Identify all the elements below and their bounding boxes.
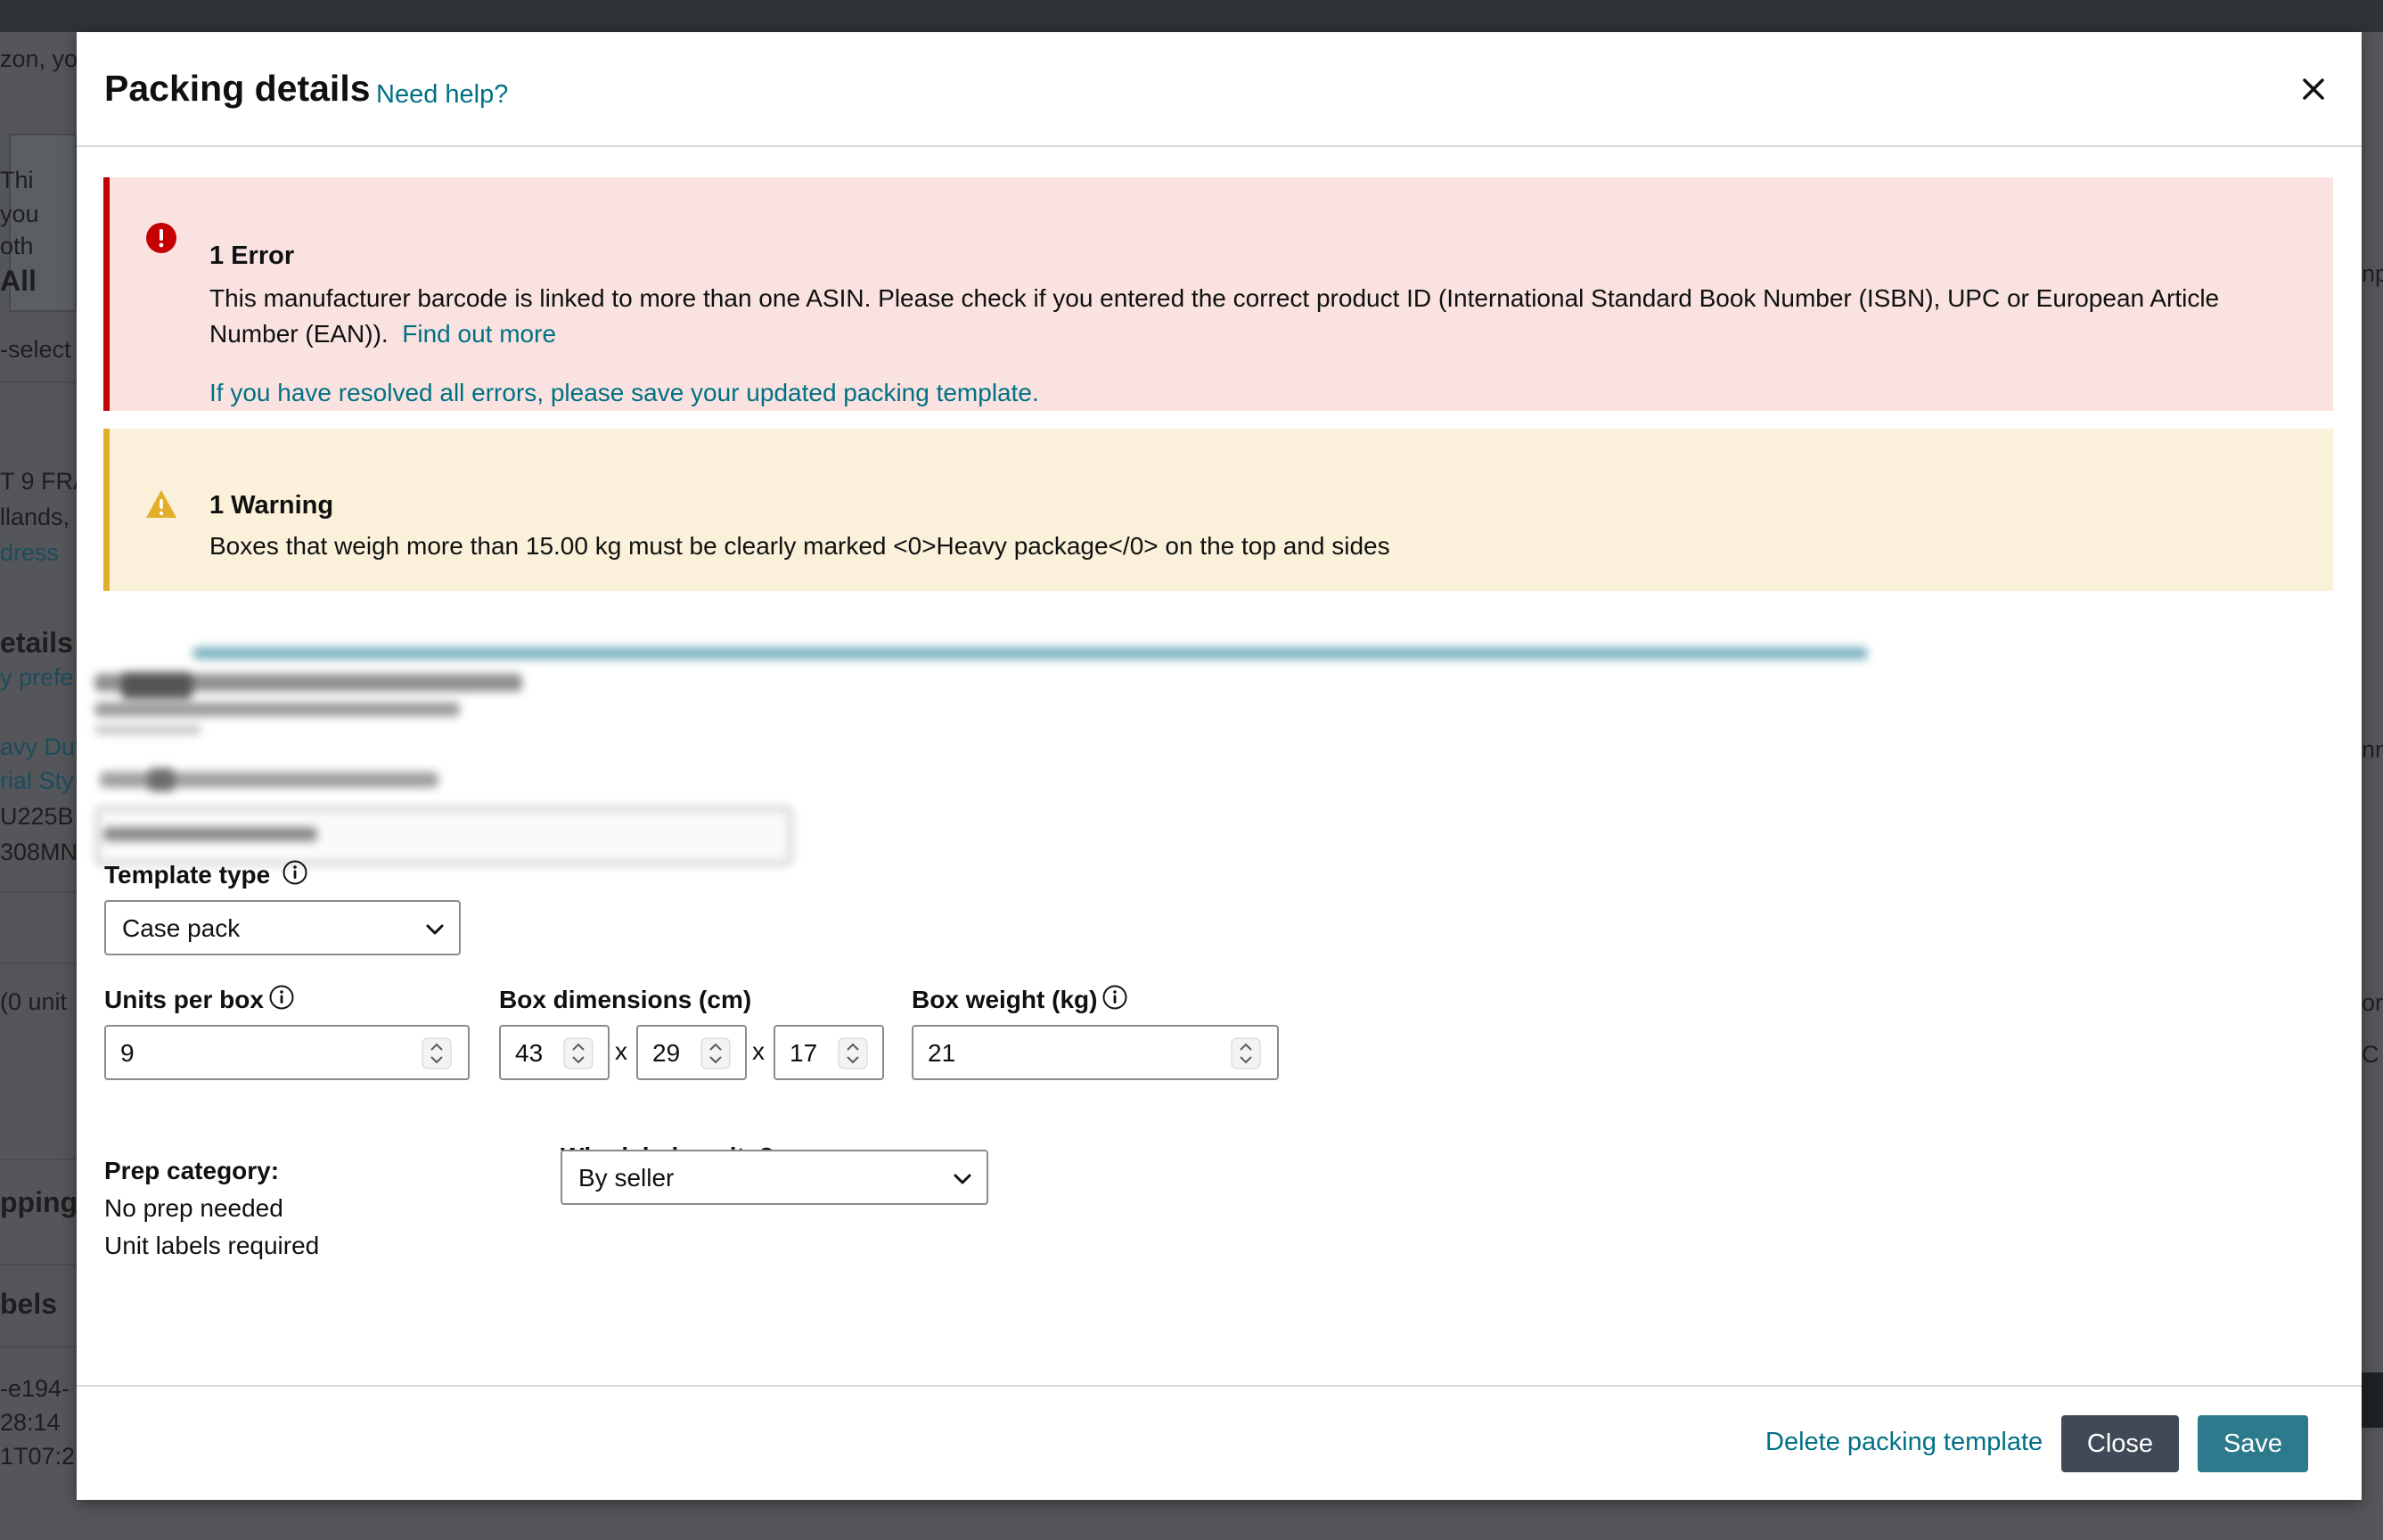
packing-details-modal: Packing details Need help? 1 Error This … — [77, 32, 2362, 1500]
units-per-box-value: 9 — [120, 1039, 135, 1067]
who-labels-value: By seller — [578, 1164, 675, 1192]
redacted-product-info — [94, 602, 1877, 870]
template-type-select[interactable]: Case pack — [104, 900, 461, 955]
box-weight-input[interactable]: 21 — [912, 1025, 1279, 1080]
box-width-value: 29 — [652, 1039, 681, 1067]
background-divider — [0, 1264, 77, 1266]
close-button[interactable]: Close — [2061, 1415, 2179, 1472]
background-right-block — [2362, 1372, 2383, 1428]
background-fragment: rial Sty — [0, 768, 74, 794]
modal-footer: Delete packing template Close Save — [77, 1385, 2362, 1500]
box-dimensions-label: Box dimensions (cm) — [499, 986, 752, 1013]
stepper-icon[interactable] — [838, 1037, 868, 1069]
background-fragment: np — [2362, 260, 2383, 287]
background-fragment: 1T07:2 — [0, 1444, 76, 1470]
error-message: This manufacturer barcode is linked to m… — [209, 281, 2313, 352]
stepper-icon[interactable] — [1231, 1037, 1261, 1069]
units-per-box-label: Units per box — [104, 986, 264, 1013]
background-fragment: (0 unit — [0, 989, 68, 1015]
close-icon[interactable] — [2296, 71, 2331, 107]
who-labels-select[interactable]: By seller — [561, 1150, 988, 1205]
info-icon[interactable] — [268, 984, 295, 1011]
resolve-errors-link[interactable]: If you have resolved all errors, please … — [209, 379, 1039, 407]
box-length-value: 43 — [515, 1039, 544, 1067]
background-fragment: All — [0, 266, 37, 297]
background-fragment: Thi — [0, 168, 34, 193]
error-alert: 1 Error This manufacturer barcode is lin… — [103, 177, 2333, 411]
box-width-input[interactable]: 29 — [636, 1025, 747, 1080]
background-fragment: C — [2362, 1041, 2379, 1068]
prep-category-label: Prep category: — [104, 1157, 280, 1184]
background-fragment: etails — [0, 627, 73, 659]
info-icon[interactable] — [282, 859, 308, 886]
modal-header: Packing details Need help? — [77, 32, 2362, 147]
background-fragment: pping — [0, 1187, 77, 1218]
unit-labels-note: Unit labels required — [104, 1232, 320, 1259]
background-fragment: 28:14 — [0, 1410, 61, 1436]
template-type-label: Template type — [104, 861, 271, 889]
warning-alert: 1 Warning Boxes that weigh more than 15.… — [103, 429, 2333, 591]
error-circle-icon — [145, 222, 177, 254]
stepper-icon[interactable] — [563, 1037, 594, 1069]
chevron-down-icon — [423, 918, 446, 941]
template-type-value: Case pack — [122, 914, 241, 942]
info-icon[interactable] — [1101, 984, 1128, 1011]
background-divider — [0, 1346, 77, 1348]
chevron-down-icon — [951, 1167, 974, 1191]
background-divider — [0, 891, 77, 893]
background-topbar — [0, 0, 2383, 32]
background-fragment: -select — [0, 337, 71, 363]
error-heading: 1 Error — [209, 242, 295, 270]
background-fragment: avy Dut — [0, 734, 77, 760]
background-fragment: oth — [0, 233, 34, 259]
background-fragment: -e194- — [0, 1376, 70, 1402]
prep-category-link[interactable]: No prep needed — [104, 1194, 283, 1223]
box-length-input[interactable]: 43 — [499, 1025, 610, 1080]
background-divider — [0, 962, 77, 964]
background-fragment: dress — [0, 540, 60, 566]
warning-message: Boxes that weigh more than 15.00 kg must… — [209, 532, 1390, 560]
box-weight-value: 21 — [928, 1039, 956, 1067]
background-fragment: zon, yo — [0, 46, 77, 72]
background-divider — [0, 381, 77, 383]
warning-heading: 1 Warning — [209, 491, 334, 520]
stepper-icon[interactable] — [700, 1037, 731, 1069]
delete-packing-template-link[interactable]: Delete packing template — [1765, 1428, 2043, 1457]
box-height-value: 17 — [790, 1039, 818, 1067]
box-height-input[interactable]: 17 — [774, 1025, 884, 1080]
save-button[interactable]: Save — [2198, 1415, 2308, 1472]
dimension-separator: x — [752, 1037, 765, 1065]
background-fragment: bels — [0, 1289, 58, 1320]
modal-title: Packing details — [104, 68, 371, 109]
background-divider — [0, 1159, 77, 1160]
background-fragment: T 9 FRA — [0, 469, 77, 495]
warning-triangle-icon — [145, 488, 177, 520]
background-fragment: llands, — [0, 504, 70, 530]
find-out-more-link[interactable]: Find out more — [402, 320, 556, 348]
dimension-separator: x — [615, 1037, 627, 1065]
need-help-link[interactable]: Need help? — [376, 80, 508, 110]
background-fragment: y prefe — [0, 665, 74, 691]
background-fragment: you — [0, 201, 39, 227]
box-weight-label: Box weight (kg) — [912, 986, 1098, 1013]
stepper-icon[interactable] — [422, 1037, 452, 1069]
background-fragment: nn — [2362, 736, 2383, 763]
background-fragment: U225B — [0, 804, 74, 830]
background-fragment: ore — [2362, 989, 2383, 1016]
units-per-box-input[interactable]: 9 — [104, 1025, 470, 1080]
background-fragment: 308MN — [0, 840, 77, 865]
